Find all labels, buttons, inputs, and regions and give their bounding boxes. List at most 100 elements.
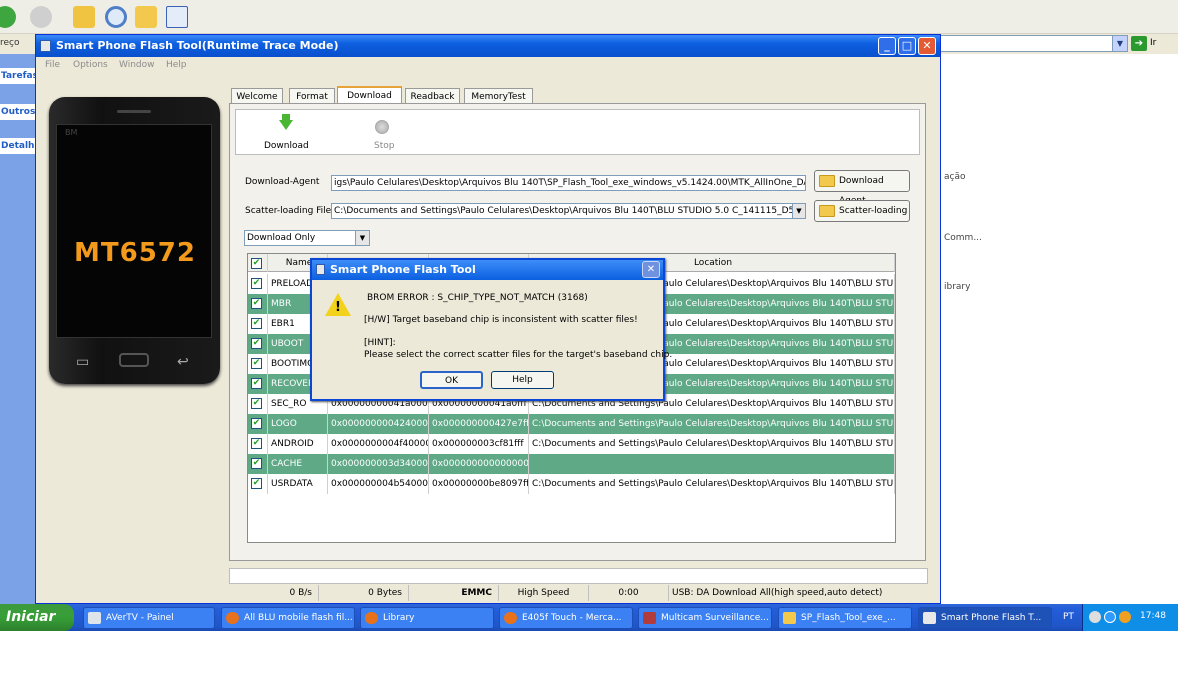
menu-window[interactable]: Window <box>119 60 155 70</box>
scatter-loading-button[interactable]: Scatter-loading <box>814 200 910 222</box>
search-icon[interactable] <box>105 6 127 28</box>
menu-file[interactable]: File <box>45 60 60 70</box>
back-icon[interactable] <box>0 6 16 28</box>
network-icon[interactable] <box>1104 611 1116 623</box>
task-label: AVerTV - Painel <box>106 613 174 623</box>
download-button[interactable]: Download <box>264 141 309 151</box>
scatter-path[interactable]: C:\Documents and Settings\Paulo Celulare… <box>331 203 806 219</box>
cell-location: C:\Documents and Settings\Paulo Celulare… <box>529 414 895 434</box>
row-check-cell[interactable]: ✔ <box>248 394 268 414</box>
table-row[interactable]: ✔ ANDROID 0x0000000004f40000 0x000000003cf8… <box>248 434 895 454</box>
tray-icon[interactable] <box>1089 611 1101 623</box>
task-label: Smart Phone Flash T... <box>941 613 1042 623</box>
folders-icon[interactable] <box>135 6 157 28</box>
task-label: All BLU mobile flash fil... <box>244 613 353 623</box>
task-firefox-blu[interactable]: All BLU mobile flash fil... <box>221 607 355 629</box>
row-check-cell[interactable]: ✔ <box>248 454 268 474</box>
phone-image: BM MT6572 ▭ ↩ <box>49 97 220 384</box>
check-icon[interactable]: ✔ <box>251 438 262 449</box>
cell-end: 0x0000000000000000 <box>429 454 529 474</box>
menu-help[interactable]: Help <box>166 60 187 70</box>
download-agent-button[interactable]: Download Agent <box>814 170 910 206</box>
check-icon[interactable]: ✔ <box>251 298 262 309</box>
hint-text: Please select the correct scatter files … <box>364 350 673 360</box>
check-icon[interactable]: ✔ <box>251 458 262 469</box>
download-agent-path[interactable]: igs\Paulo Celulares\Desktop\Arquivos Blu… <box>331 175 806 191</box>
chevron-down-icon[interactable]: ▼ <box>792 204 805 218</box>
row-check-cell[interactable]: ✔ <box>248 334 268 354</box>
row-check-cell[interactable]: ✔ <box>248 274 268 294</box>
task-link-tarefas[interactable]: Tarefas <box>0 68 36 84</box>
close-button[interactable]: ✕ <box>918 37 936 55</box>
cell-name: USRDATA <box>268 474 328 494</box>
check-icon[interactable]: ✔ <box>251 398 262 409</box>
scatter-path-value: C:\Documents and Settings\Paulo Celulare… <box>334 206 806 216</box>
task-link-outros[interactable]: Outros <box>0 104 36 120</box>
check-icon[interactable]: ✔ <box>251 478 262 489</box>
task-link-detalhes[interactable]: Detalhe <box>0 138 36 154</box>
task-mercado[interactable]: E405f Touch - Merca... <box>499 607 633 629</box>
row-check-cell[interactable]: ✔ <box>248 294 268 314</box>
check-icon[interactable]: ✔ <box>251 378 262 389</box>
row-check-cell[interactable]: ✔ <box>248 474 268 494</box>
go-arrow-icon[interactable]: ➔ <box>1131 36 1147 51</box>
window-titlebar[interactable]: Smart Phone Flash Tool(Runtime Trace Mod… <box>36 35 940 57</box>
content-text: ibrary <box>944 282 971 292</box>
status-time: 0:00 <box>589 585 669 601</box>
folder-icon <box>783 612 796 624</box>
check-icon[interactable]: ✔ <box>251 358 262 369</box>
check-icon[interactable]: ✔ <box>251 338 262 349</box>
status-usb-speed: High Speed <box>499 585 589 601</box>
start-button[interactable]: Iniciar <box>0 604 74 631</box>
table-row[interactable]: ✔ USRDATA 0x000000004b540000 0x00000000be80… <box>248 474 895 494</box>
phone-brand: BM <box>65 128 78 137</box>
tray-icon[interactable] <box>1119 611 1131 623</box>
row-check-cell[interactable]: ✔ <box>248 314 268 334</box>
menu-options[interactable]: Options <box>73 60 108 70</box>
cell-name: CACHE <box>268 454 328 474</box>
check-icon[interactable]: ✔ <box>251 318 262 329</box>
task-label: Library <box>383 613 415 623</box>
task-library[interactable]: Library <box>360 607 494 629</box>
home-key-icon <box>119 353 149 367</box>
task-flash-tool[interactable]: Smart Phone Flash T... <box>918 607 1052 629</box>
table-row[interactable]: ✔ CACHE 0x000000003d340000 0x00000000000000… <box>248 454 895 474</box>
views-icon[interactable] <box>166 6 188 28</box>
help-button[interactable]: Help <box>491 371 554 389</box>
stop-button[interactable]: Stop <box>374 141 394 151</box>
check-icon[interactable]: ✔ <box>251 258 262 269</box>
menubar: File Options Window Help <box>36 57 940 75</box>
chevron-down-icon[interactable]: ▼ <box>1112 36 1127 51</box>
stop-icon[interactable] <box>375 120 389 134</box>
download-agent-label: Download-Agent <box>245 177 320 187</box>
up-folder-icon[interactable] <box>73 6 95 28</box>
task-avertv[interactable]: AVerTV - Painel <box>83 607 215 629</box>
go-label[interactable]: Ir <box>1150 38 1156 48</box>
minimize-button[interactable]: _ <box>878 37 896 55</box>
ok-button[interactable]: OK <box>420 371 483 389</box>
address-input[interactable]: ▼ <box>940 35 1128 52</box>
chevron-down-icon[interactable]: ▼ <box>355 231 369 245</box>
download-mode-select[interactable]: Download Only ▼ <box>244 230 370 246</box>
back-key-icon: ↩ <box>177 354 189 370</box>
row-check-cell[interactable]: ✔ <box>248 374 268 394</box>
check-icon[interactable]: ✔ <box>251 418 262 429</box>
multicam-icon <box>643 612 656 624</box>
maximize-button[interactable]: □ <box>898 37 916 55</box>
language-indicator[interactable]: PT <box>1063 612 1074 622</box>
row-check-cell[interactable]: ✔ <box>248 414 268 434</box>
forward-icon[interactable] <box>30 6 52 28</box>
row-check-cell[interactable]: ✔ <box>248 354 268 374</box>
row-check-cell[interactable]: ✔ <box>248 434 268 454</box>
dialog-close-button[interactable]: ✕ <box>642 261 660 278</box>
task-multicam[interactable]: Multicam Surveillance... <box>638 607 772 629</box>
task-sp-folder[interactable]: SP_Flash_Tool_exe_... <box>778 607 912 629</box>
cell-name: LOGO <box>268 414 328 434</box>
download-arrow-icon[interactable] <box>279 120 293 130</box>
clock: 17:48 <box>1140 611 1166 621</box>
header-check[interactable]: ✔ <box>248 254 268 272</box>
check-icon[interactable]: ✔ <box>251 278 262 289</box>
table-row[interactable]: ✔ LOGO 0x0000000004240000 0x000000000427e7f… <box>248 414 895 434</box>
status-bytes: 0 Bytes <box>319 585 409 601</box>
dialog-titlebar[interactable]: Smart Phone Flash Tool ✕ <box>312 260 663 280</box>
